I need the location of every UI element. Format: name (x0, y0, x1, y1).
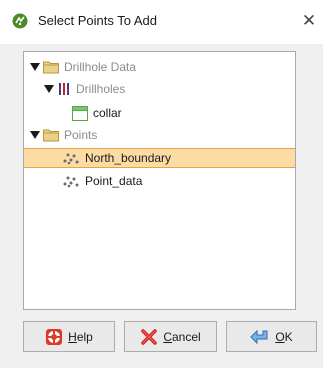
expand-arrow-icon[interactable] (30, 62, 40, 72)
app-logo-icon (12, 13, 28, 29)
points-icon (63, 176, 79, 188)
tree-item-label: Drillhole Data (64, 60, 137, 74)
folder-icon (43, 61, 59, 74)
tree-item-collar[interactable]: collar (24, 103, 323, 123)
tree-item-north-boundary[interactable]: North_boundary (24, 148, 295, 168)
tree-item-label: collar (93, 106, 122, 120)
title-bar: Select Points To Add ✕ (0, 0, 323, 44)
cancel-button-label: Cancel (163, 329, 201, 344)
tree-item-points[interactable]: Points (24, 125, 301, 145)
ok-button-label: OK (275, 329, 293, 344)
tree-item-drillhole-data[interactable]: Drillhole Data (24, 57, 301, 77)
lifebuoy-icon (46, 328, 63, 345)
help-button-label: Help (68, 329, 93, 344)
select-points-dialog: Select Points To Add ✕ Drillhole Data Dr… (0, 0, 323, 368)
folder-icon (43, 129, 59, 142)
ok-button[interactable]: OK (226, 321, 317, 352)
cancel-button[interactable]: Cancel (124, 321, 217, 352)
expand-arrow-icon[interactable] (30, 130, 40, 140)
tree-item-point-data[interactable]: Point_data (24, 171, 323, 191)
points-icon (63, 153, 79, 165)
cancel-x-icon (141, 328, 158, 345)
tree-item-label: Points (64, 128, 98, 142)
tree-item-label: Drillholes (76, 82, 126, 96)
points-tree[interactable]: Drillhole Data Drillholes collar Points … (23, 51, 296, 310)
drillholes-icon (59, 83, 69, 95)
button-bar: Help Cancel OK (23, 321, 317, 353)
expand-arrow-icon[interactable] (44, 84, 54, 94)
tree-item-label: North_boundary (85, 151, 172, 165)
tree-item-label: Point_data (85, 174, 143, 188)
close-button[interactable]: ✕ (295, 6, 323, 36)
table-icon (72, 105, 88, 121)
tree-item-drillholes[interactable]: Drillholes (24, 79, 315, 99)
ok-arrow-icon (250, 329, 268, 344)
help-button[interactable]: Help (23, 321, 115, 352)
dialog-title: Select Points To Add (38, 13, 158, 28)
